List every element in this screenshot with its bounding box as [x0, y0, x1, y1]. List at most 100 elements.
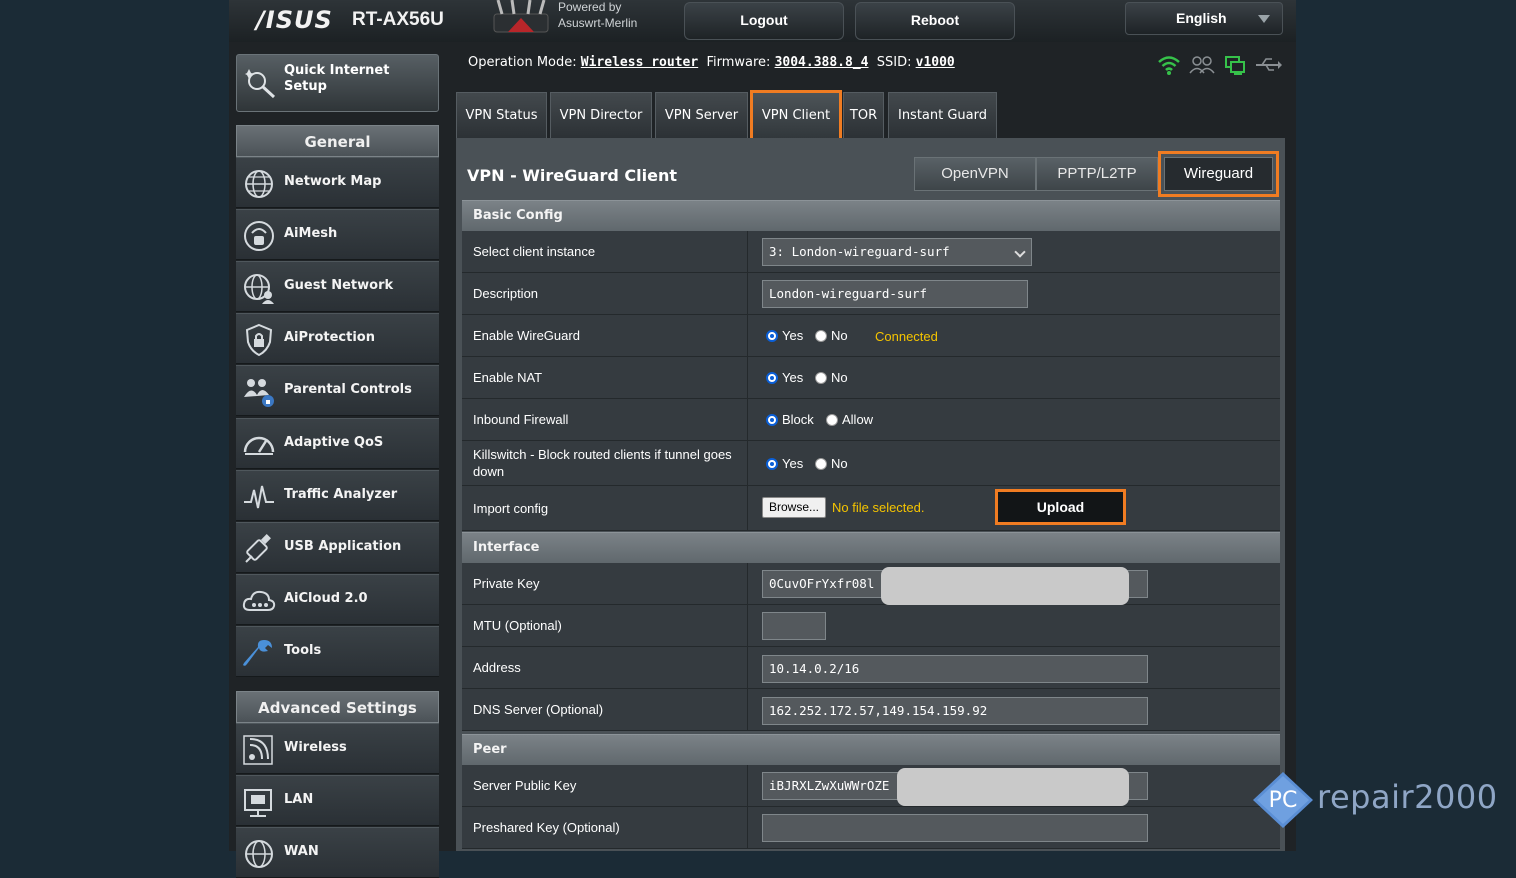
aimesh-icon [244, 221, 274, 251]
enable-wireguard-label: Enable WireGuard [462, 315, 748, 356]
row-killswitch: Killswitch - Block routed clients if tun… [462, 441, 1280, 486]
language-select[interactable]: English [1125, 2, 1283, 35]
general-section-header: General [236, 125, 439, 157]
sidebar-item-wan[interactable]: WAN [236, 827, 439, 878]
radio-label: Yes [782, 328, 804, 343]
sidebar-item-lan[interactable]: LAN [236, 775, 439, 826]
upload-button[interactable]: Upload [995, 489, 1126, 525]
row-preshared-key: Preshared Key (Optional) [462, 807, 1280, 849]
private-key-label: Private Key [462, 563, 748, 604]
radio-label: No [831, 328, 848, 343]
radio-label: Block [782, 412, 814, 427]
tab-vpn-status[interactable]: VPN Status [456, 92, 547, 140]
sidebar-item-label: Tools [284, 643, 322, 658]
wifi-status-icon[interactable] [1158, 56, 1180, 76]
watermark-text: repair2000 [1317, 778, 1498, 816]
tab-tor[interactable]: TOR [843, 92, 884, 140]
status-icons [1158, 56, 1282, 76]
sidebar-item-adaptive-qos[interactable]: Adaptive QoS [236, 418, 439, 469]
radio-label: Yes [782, 456, 804, 471]
inbound-firewall-block-radio[interactable]: Block [766, 412, 814, 427]
router-icon [493, 0, 549, 33]
row-description: Description London-wireguard-surf [462, 273, 1280, 315]
tab-instant-guard[interactable]: Instant Guard [888, 92, 997, 140]
tab-vpn-director[interactable]: VPN Director [550, 92, 652, 140]
client-instance-select[interactable]: 3: London-wireguard-surf [762, 238, 1032, 266]
wrench-icon [243, 640, 272, 666]
sidebar-item-label: USB Application [284, 539, 402, 554]
ssid-label: SSID: [876, 55, 912, 70]
reboot-button[interactable]: Reboot [855, 2, 1015, 40]
sidebar-item-label: Traffic Analyzer [284, 487, 398, 502]
sidebar-item-wireless[interactable]: Wireless [236, 723, 439, 774]
tab-vpn-client[interactable]: VPN Client [750, 90, 842, 142]
powered-by-line2: Asuswrt-Merlin [558, 16, 638, 30]
cloud-icon [242, 590, 276, 611]
watermark-badge-text: PC [1269, 788, 1298, 813]
row-enable-nat: Enable NAT Yes No [462, 357, 1280, 399]
page-title: VPN - WireGuard Client [467, 166, 677, 185]
sidebar-item-parental-controls[interactable]: Parental Controls [236, 365, 439, 416]
row-mtu: MTU (Optional) [462, 605, 1280, 647]
lan-icon [244, 789, 272, 817]
sidebar-item-traffic-analyzer[interactable]: Traffic Analyzer [236, 470, 439, 521]
row-client-instance: Select client instance 3: London-wiregua… [462, 231, 1280, 273]
logout-button[interactable]: Logout [684, 2, 844, 40]
killswitch-no-radio[interactable]: No [815, 456, 848, 471]
radio-empty-icon [826, 413, 838, 426]
enable-nat-no-radio[interactable]: No [815, 370, 848, 385]
ssid-link[interactable]: v1000 [916, 55, 955, 70]
preshared-key-input[interactable] [762, 814, 1148, 842]
wireguard-button[interactable]: Wireguard [1158, 151, 1279, 197]
description-input[interactable]: London-wireguard-surf [762, 280, 1028, 308]
pulse-icon [244, 485, 274, 509]
network-status-icon[interactable] [1225, 56, 1245, 75]
radio-empty-icon [815, 457, 827, 470]
mtu-input[interactable] [762, 612, 826, 640]
inbound-firewall-allow-radio[interactable]: Allow [826, 412, 873, 427]
op-mode-label: Operation Mode: [468, 55, 577, 70]
sidebar-item-guest-network[interactable]: Guest Network [236, 261, 439, 312]
sidebar-item-aimesh[interactable]: AiMesh [236, 209, 439, 260]
basic-config-header: Basic Config [462, 200, 1280, 231]
connection-status: Connected [875, 329, 938, 344]
globe-icon [245, 840, 273, 868]
sidebar-item-tools[interactable]: Tools [236, 626, 439, 677]
redaction-blur [881, 567, 1129, 605]
row-private-key: Private Key 0CuvOFrYxfr08l [462, 563, 1280, 605]
qis-label-line2: Setup [284, 79, 327, 94]
firmware-link[interactable]: 3004.388.8_4 [775, 55, 869, 70]
watermark-logo: PC repair2000 [1251, 770, 1497, 830]
enable-nat-yes-radio[interactable]: Yes [766, 370, 803, 385]
address-input[interactable]: 10.14.0.2/16 [762, 655, 1148, 683]
shield-lock-icon [245, 323, 273, 357]
peer-header: Peer [462, 734, 1280, 765]
sidebar-item-usb-application[interactable]: USB Application [236, 522, 439, 573]
tab-vpn-server[interactable]: VPN Server [655, 92, 748, 140]
dns-server-input[interactable]: 162.252.172.57,149.154.159.92 [762, 697, 1148, 725]
enable-wireguard-no-radio[interactable]: No [815, 328, 848, 343]
openvpn-button[interactable]: OpenVPN [914, 157, 1036, 191]
sidebar-item-label: Guest Network [284, 278, 394, 293]
dns-server-label: DNS Server (Optional) [462, 689, 748, 730]
inbound-firewall-label: Inbound Firewall [462, 399, 748, 440]
radio-label: No [831, 370, 848, 385]
clients-icon[interactable] [1189, 56, 1215, 74]
client-instance-label: Select client instance [462, 231, 748, 272]
enable-wireguard-yes-radio[interactable]: Yes [766, 328, 803, 343]
watermark-badge-icon: PC [1253, 772, 1313, 828]
sidebar-item-aiprotection[interactable]: AiProtection [236, 313, 439, 364]
quick-internet-setup-button[interactable]: Quick Internet Setup [236, 54, 439, 112]
usb-status-icon[interactable] [1256, 58, 1282, 71]
operation-status-line: Operation Mode: Wireless router Firmware… [468, 55, 955, 70]
sidebar-item-aicloud[interactable]: AiCloud 2.0 [236, 574, 439, 625]
pptp-l2tp-button[interactable]: PPTP/L2TP [1036, 157, 1158, 191]
op-mode-link[interactable]: Wireless router [581, 55, 698, 70]
globe-icon [245, 170, 273, 198]
sidebar-item-label: LAN [284, 792, 314, 807]
no-file-text: No file selected. [832, 500, 925, 515]
killswitch-yes-radio[interactable]: Yes [766, 456, 803, 471]
browse-button[interactable]: Browse... [762, 497, 826, 518]
row-dns-server: DNS Server (Optional) 162.252.172.57,149… [462, 689, 1280, 731]
sidebar-item-network-map[interactable]: Network Map [236, 157, 439, 208]
